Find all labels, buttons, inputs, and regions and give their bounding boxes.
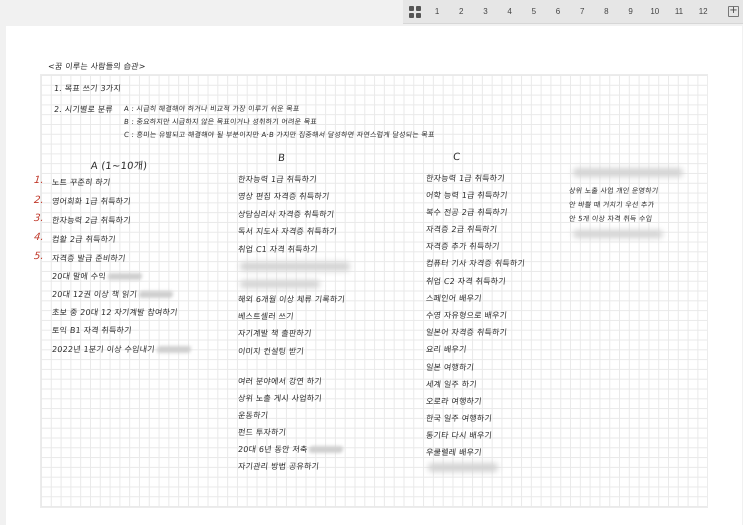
add-page-icon[interactable]: +: [728, 6, 739, 17]
column-b-item: 해외 6개월 이상 체류 기록하기: [237, 295, 346, 304]
column-c-item: 요리 배우기: [425, 345, 468, 354]
column-b-item: 독서 지도사 자격증 취득하기: [237, 227, 338, 236]
page-button-10[interactable]: 10: [643, 7, 667, 16]
note-item-b: B : 중요하지만 시급하지 않은 목표이거나 성취하기 어려운 목표: [123, 118, 318, 126]
column-b-item: 상담심리사 자격증 취득하기: [237, 210, 335, 219]
column-d-item: 안 5개 이상 자격 취득 수입: [568, 215, 653, 223]
column-a-item: 토익 B1 자격 취득하기: [51, 326, 133, 335]
page-button-1[interactable]: 1: [425, 7, 449, 16]
note-item-1: 1. 목표 쓰기 3가지: [53, 84, 122, 93]
page-button-2[interactable]: 2: [449, 7, 473, 16]
note-item-a: A : 시급히 해결해야 하거나 비교적 가장 이루기 쉬운 목표: [123, 105, 300, 113]
column-c-item: 스페인어 배우기: [425, 294, 483, 303]
column-b-item: 펀드 투자하기: [237, 428, 287, 437]
column-c-item: 어학 능력 1급 취득하기: [425, 191, 509, 200]
column-b-item: 베스트셀러 쓰기: [237, 312, 295, 321]
red-number-3: 3.: [33, 213, 45, 224]
column-a-item: 20대 말에 수익: [51, 271, 144, 282]
redacted-text: [240, 280, 320, 288]
column-c-item: 한국 일주 여행하기: [425, 414, 493, 423]
column-b-item: 영상 편집 자격증 취득하기: [237, 192, 330, 201]
column-b-item: 20대 6년 동안 저축: [237, 444, 346, 455]
column-c-item: 수영 자유형으로 배우기: [425, 311, 508, 320]
redacted-text: [428, 463, 498, 472]
column-d-item: 상위 노출 사업 개인 운영하기: [568, 187, 659, 195]
page-button-5[interactable]: 5: [522, 7, 546, 16]
page-button-11[interactable]: 11: [667, 7, 691, 16]
column-a-item: 2022년 1분기 이상 수입내기: [51, 344, 193, 355]
column-b-header: B: [277, 153, 286, 164]
redacted-text: [240, 262, 350, 271]
column-c-item: 자격증 2급 취득하기: [425, 225, 498, 234]
column-b-item: 한자능력 1급 취득하기: [237, 175, 318, 184]
redacted-text: [573, 230, 663, 238]
page-thumbnail-strip: 1 2 3 4 5 6 7 8 9 10 11 12 +: [403, 0, 743, 24]
column-b-item: 취업 C1 자격 취득하기: [237, 245, 319, 254]
column-a-item: 컴활 2급 취득하기: [51, 235, 117, 244]
red-number-1: 1.: [33, 175, 45, 186]
column-b-item: 자기관리 방법 공유하기: [237, 462, 320, 471]
column-a-item: 자격증 발급 준비하기: [51, 254, 127, 263]
column-c-item: 통기타 다시 배우기: [425, 431, 493, 440]
column-a-item: 영어회화 1급 취득하기: [51, 197, 132, 206]
column-c-item: 복수 전공 2급 취득하기: [425, 208, 509, 217]
grid-view-icon[interactable]: [409, 5, 421, 18]
column-c-item: 취업 C2 자격 취득하기: [425, 277, 507, 286]
note-item-2: 2. 시기별로 분류: [53, 105, 114, 114]
red-number-2: 2.: [33, 195, 45, 206]
column-b-item: 상위 노출 게시 사업하기: [237, 394, 323, 403]
page-button-12[interactable]: 12: [691, 7, 715, 16]
column-c-header: C: [452, 152, 461, 163]
column-c-item: 일본어 자격증 취득하기: [425, 328, 508, 337]
page-button-9[interactable]: 9: [619, 7, 643, 16]
column-a-item: 초보 중 20대 12 자기계발 참여하기: [51, 308, 179, 317]
page-button-3[interactable]: 3: [473, 7, 497, 16]
red-number-5: 5.: [33, 251, 45, 262]
page-button-7[interactable]: 7: [570, 7, 594, 16]
red-number-4: 4.: [33, 232, 45, 243]
column-c-item: 컴퓨터 기사 자격증 취득하기: [425, 259, 526, 268]
column-b-item: 이미지 컨설팅 받기: [237, 347, 305, 356]
note-item-c: C : 흥미는 유발되고 해결해야 될 부분이지만 A·B 가지만 집중해서 달…: [123, 131, 435, 139]
notebook-page: <꿈 이루는 사람들의 습관> 1. 목표 쓰기 3가지 2. 시기별로 분류 …: [6, 26, 742, 525]
column-c-item: 오로라 여행하기: [425, 397, 483, 406]
column-c-item: 세계 일주 하기: [425, 380, 478, 389]
column-a-header: A (1~10개): [90, 161, 148, 172]
page-button-8[interactable]: 8: [594, 7, 618, 16]
column-a-item: 20대 12권 이상 책 읽기: [51, 289, 175, 300]
column-d-item: 안 바쁠 때 거치기 우선 추가: [568, 201, 655, 209]
column-c-item: 자격증 추가 취득하기: [425, 242, 501, 251]
column-b-item: 자기계발 책 출판하기: [237, 329, 313, 338]
column-a-item: 노트 꾸준히 하기: [51, 178, 111, 187]
page-navigation-bar: 1 2 3 4 5 6 7 8 9 10 11 12 +: [0, 0, 743, 26]
redacted-text: [573, 168, 683, 177]
column-a-item: 한자능력 2급 취득하기: [51, 216, 132, 225]
column-c-item: 우쿨렐레 배우기: [425, 448, 483, 457]
page-button-6[interactable]: 6: [546, 7, 570, 16]
page-button-4[interactable]: 4: [498, 7, 522, 16]
column-b-item: 운동하기: [237, 411, 269, 420]
column-b-item: 여러 분야에서 강연 하기: [237, 377, 323, 386]
note-title: <꿈 이루는 사람들의 습관>: [47, 62, 147, 71]
column-c-item: 한자능력 1급 취득하기: [425, 174, 506, 183]
column-c-item: 일본 여행하기: [425, 363, 475, 372]
